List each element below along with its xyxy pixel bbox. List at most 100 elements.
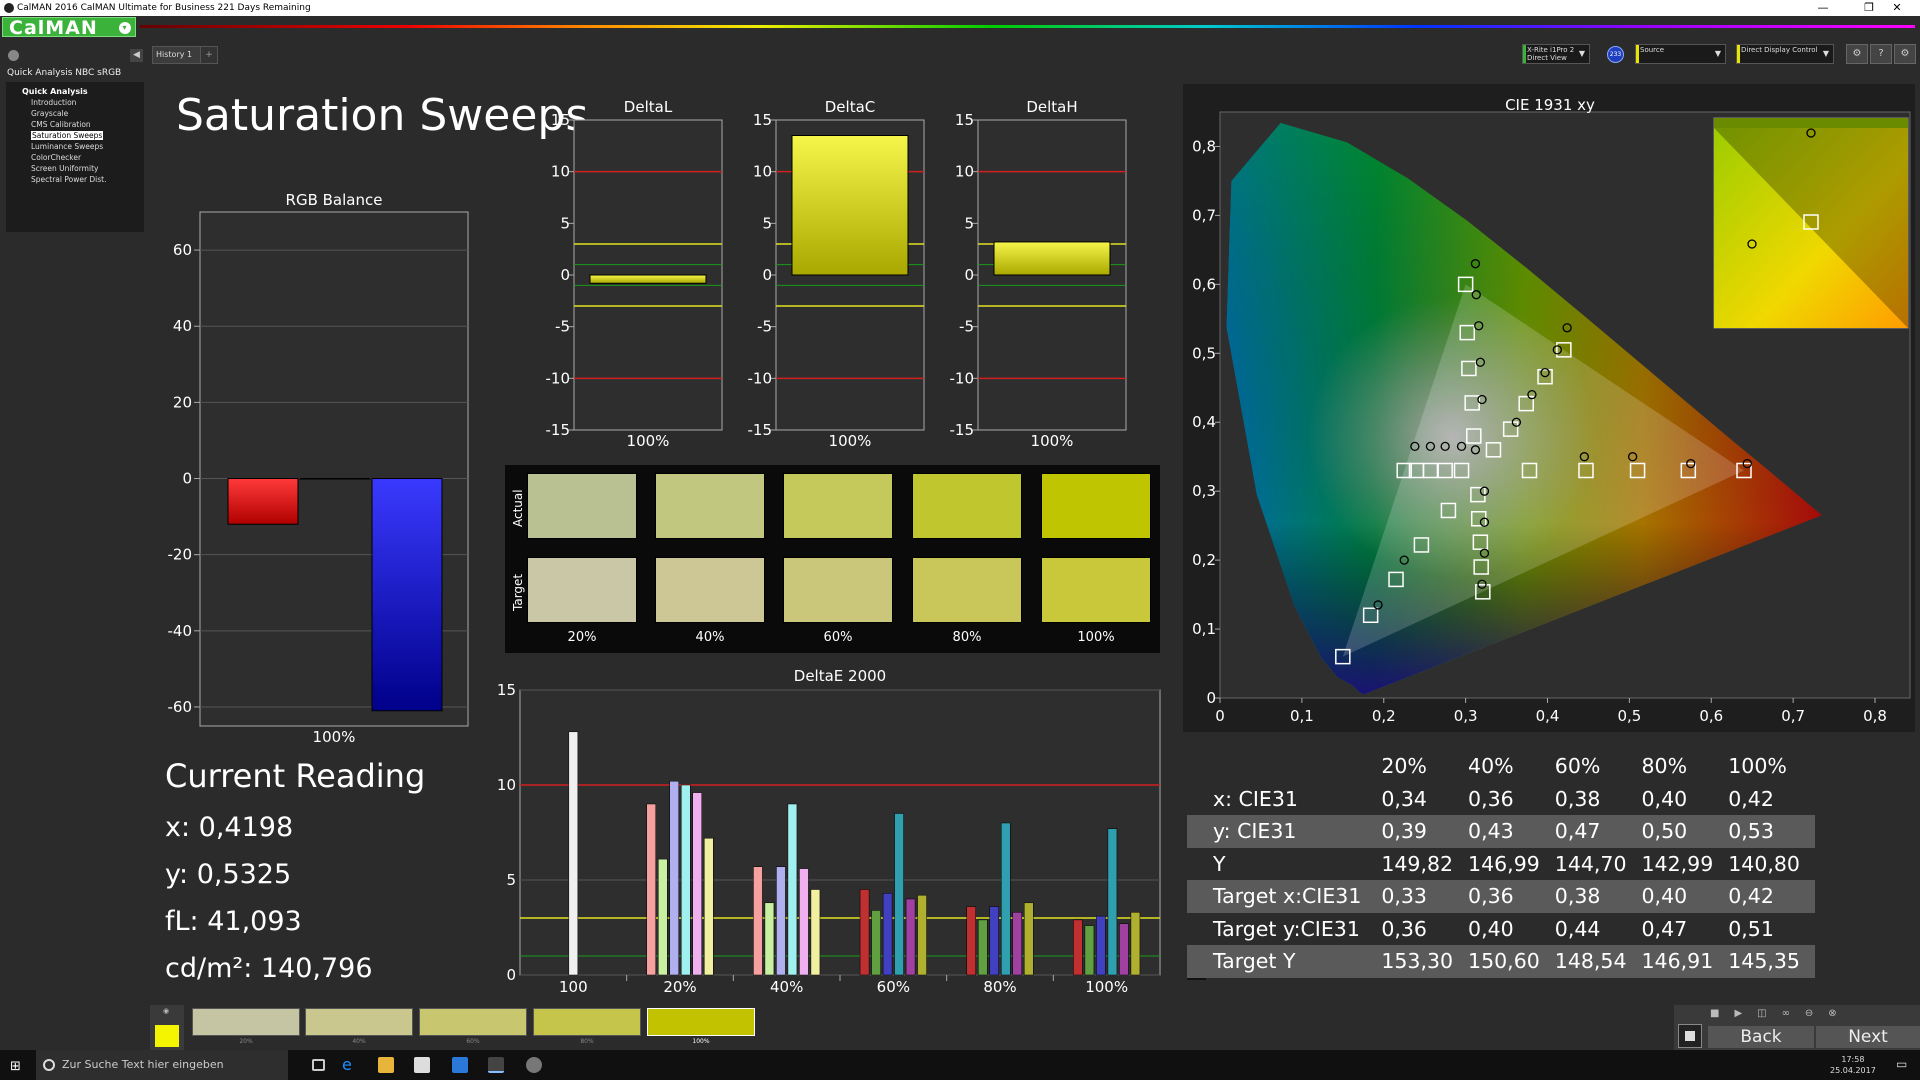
eye-icon[interactable]: ◉ — [163, 1007, 169, 1015]
deltae-bar-green — [1084, 925, 1095, 976]
deltae-bar-blue — [1096, 915, 1106, 976]
rgb-balance-tick-label: 0 — [182, 470, 192, 488]
table-cell: 0,50 — [1641, 815, 1729, 848]
rgb-balance-tick-label: 60 — [173, 241, 192, 259]
stop-icon — [1685, 1031, 1695, 1041]
cie-x-tick-label: 0,1 — [1290, 707, 1314, 725]
app-taskbar-icon[interactable] — [526, 1057, 542, 1073]
rgb-balance-bar-red — [227, 478, 299, 525]
deltae-bar-yellow — [1130, 912, 1141, 976]
deltae-x-label: 100 — [559, 978, 588, 996]
deltae-bar-cyan — [1107, 828, 1118, 976]
back-button[interactable]: Back — [1708, 1026, 1814, 1048]
delta_h-tick-label: 10 — [955, 163, 974, 181]
delta_l-tick-label: 0 — [560, 266, 570, 284]
delta_c-tick-label: 15 — [753, 111, 772, 129]
rgb-balance-title: RGB Balance — [286, 191, 383, 209]
sweep-point-swatch[interactable] — [419, 1008, 527, 1036]
table-grid: 20% 40% 60% 80% 100% x: CIE31 0,34 0,36 0,38 0,40… — [1187, 750, 1815, 978]
table-cell: 149,82 — [1381, 847, 1469, 880]
table-cell: 146,99 — [1468, 847, 1555, 880]
table-cell: 145,35 — [1728, 945, 1815, 978]
delta_h-tick-label: -10 — [950, 369, 975, 387]
stop-button[interactable] — [1678, 1024, 1702, 1048]
sweep-point-label: 80% — [580, 1038, 594, 1045]
windows-start-icon[interactable]: ⊞ — [10, 1059, 21, 1074]
rgb-balance-tick-label: -40 — [168, 622, 193, 640]
cie-x-tick-label: 0,8 — [1863, 707, 1887, 725]
mail-icon[interactable] — [452, 1057, 468, 1073]
clock-date: 25.04.2017 — [1830, 1066, 1876, 1075]
cie-y-tick-label: 0,4 — [1192, 413, 1216, 431]
deltae-bar-magenta — [1119, 923, 1129, 976]
delta_l-tick-label: 10 — [551, 163, 570, 181]
actual-swatch — [527, 473, 637, 539]
sweep-point-swatch[interactable] — [305, 1008, 413, 1036]
notifications-icon[interactable]: ▭ — [1896, 1057, 1907, 1071]
deltae-tick-label: 10 — [497, 776, 516, 794]
search-icon — [43, 1059, 55, 1071]
table-row-label: Target y:CIE31 — [1187, 912, 1382, 945]
delta_l-tick-label: -10 — [546, 369, 571, 387]
sweep-point-swatch[interactable] — [533, 1008, 641, 1036]
table-header-cell: 80% — [1641, 750, 1729, 783]
deltae-bar-yellow — [704, 837, 714, 976]
edge-browser-icon[interactable]: e — [342, 1055, 358, 1074]
actual-swatch — [783, 473, 893, 539]
target-swatch — [912, 557, 1022, 623]
table-cell: 0,51 — [1728, 912, 1815, 945]
file-explorer-icon[interactable] — [378, 1057, 394, 1073]
next-button[interactable]: Next — [1816, 1026, 1920, 1048]
reading-y: y: 0,5325 — [165, 859, 292, 890]
cie-x-tick-label: 0,6 — [1699, 707, 1723, 725]
deltae-bar-green — [978, 919, 988, 976]
table-row: x: CIE31 0,34 0,36 0,38 0,40 0,42 — [1187, 782, 1815, 815]
delta_c-tick-label: -10 — [748, 369, 773, 387]
deltae-plot-area — [519, 689, 1161, 976]
swatch-label: 100% — [1077, 630, 1115, 645]
deltae-bar-red — [753, 866, 763, 976]
deltae-bar-red — [966, 906, 976, 976]
table-cell: 146,91 — [1641, 945, 1729, 978]
calman-taskbar-icon[interactable] — [488, 1057, 504, 1073]
transport-icons[interactable]: ■▶◫∞⊖⊗ — [1710, 1008, 1852, 1019]
actual-swatch — [912, 473, 1022, 539]
table-cell: 0,36 — [1381, 912, 1469, 945]
table-cell: 0,53 — [1728, 815, 1815, 848]
table-row: Y 149,82 146,99 144,70 142,99 140,80 — [1187, 847, 1815, 880]
table-cell: 0,43 — [1468, 815, 1555, 848]
cie-zoom-top — [1714, 118, 1908, 128]
sweep-point-swatch[interactable] — [192, 1008, 300, 1036]
deltae-bar-blue — [882, 893, 893, 976]
cie-title: CIE 1931 xy — [1505, 96, 1595, 114]
delta_c-bar — [791, 135, 909, 276]
deltae-bar-white — [568, 731, 579, 976]
cie-x-tick-label: 0 — [1215, 707, 1225, 725]
deltae-bar-cyan — [894, 813, 904, 976]
delta_c-tick-label: -5 — [757, 318, 772, 336]
actual-row-label: Actual — [511, 489, 525, 527]
task-view-icon[interactable] — [312, 1059, 325, 1071]
cie-x-tick-label: 0,2 — [1372, 707, 1396, 725]
deltae-tick-label: 0 — [506, 966, 516, 984]
current-swatch-box: ◉ — [150, 1005, 184, 1051]
deltae-bar-yellow — [917, 894, 927, 976]
cie-x-tick-label: 0,4 — [1536, 707, 1560, 725]
table-cell: 0,38 — [1554, 880, 1642, 913]
store-icon[interactable] — [414, 1057, 430, 1073]
deltae-bar-magenta — [799, 868, 809, 976]
deltae-bar-magenta — [905, 898, 916, 976]
sweep-point-swatch[interactable] — [647, 1008, 755, 1036]
delta_l-title: DeltaL — [624, 98, 673, 116]
cie-y-tick-label: 0,8 — [1192, 137, 1216, 155]
delta_c-tick-label: -15 — [748, 421, 773, 439]
taskbar-search-input[interactable]: Zur Suche Text hier eingeben — [36, 1050, 288, 1080]
table-cell: 140,80 — [1728, 847, 1815, 880]
table-cell: 153,30 — [1381, 945, 1469, 978]
table-header-cell: 100% — [1728, 750, 1815, 783]
table-row: y: CIE31 0,39 0,43 0,47 0,50 0,53 — [1187, 815, 1815, 848]
table-row-label: Y — [1187, 847, 1382, 880]
table-cell: 0,38 — [1554, 782, 1642, 815]
delta_h-tick-label: -15 — [950, 421, 975, 439]
target-swatch — [783, 557, 893, 623]
